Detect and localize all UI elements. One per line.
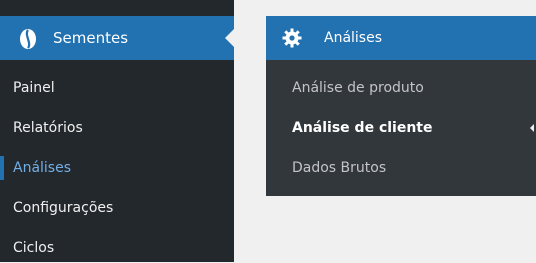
sidebar-item-painel[interactable]: Painel — [0, 73, 234, 103]
flyout-header-label: Análises — [324, 30, 383, 46]
flyout-panel: Análises Análise de produto Análise de c… — [266, 0, 536, 262]
gear-icon — [282, 28, 302, 48]
seed-icon — [20, 29, 36, 49]
sidebar-item-relatorios[interactable]: Relatórios — [0, 113, 234, 143]
sidebar-item-ciclos[interactable]: Ciclos — [0, 233, 234, 263]
menu-item-sementes-label: Sementes — [53, 29, 129, 47]
sidebar-item-configuracoes[interactable]: Configurações — [0, 193, 234, 223]
admin-sidebar: Sementes Painel Relatórios Análises Conf… — [0, 0, 235, 263]
submenu-item-analise-produto[interactable]: Análise de produto — [266, 73, 536, 103]
menu-item-analises-header[interactable]: Análises — [266, 16, 536, 60]
submenu-item-analise-cliente[interactable]: Análise de cliente — [266, 113, 536, 143]
submenu-item-analise-cliente-label: Análise de cliente — [292, 120, 433, 136]
menu-item-sementes[interactable]: Sementes — [0, 16, 235, 60]
submenu-item-dados-brutos[interactable]: Dados Brutos — [266, 153, 536, 183]
current-submenu-pointer — [530, 124, 534, 132]
current-menu-pointer — [225, 28, 235, 48]
submenu: Análise de produto Análise de cliente Da… — [266, 60, 536, 196]
sidebar-item-analises[interactable]: Análises — [0, 153, 234, 183]
